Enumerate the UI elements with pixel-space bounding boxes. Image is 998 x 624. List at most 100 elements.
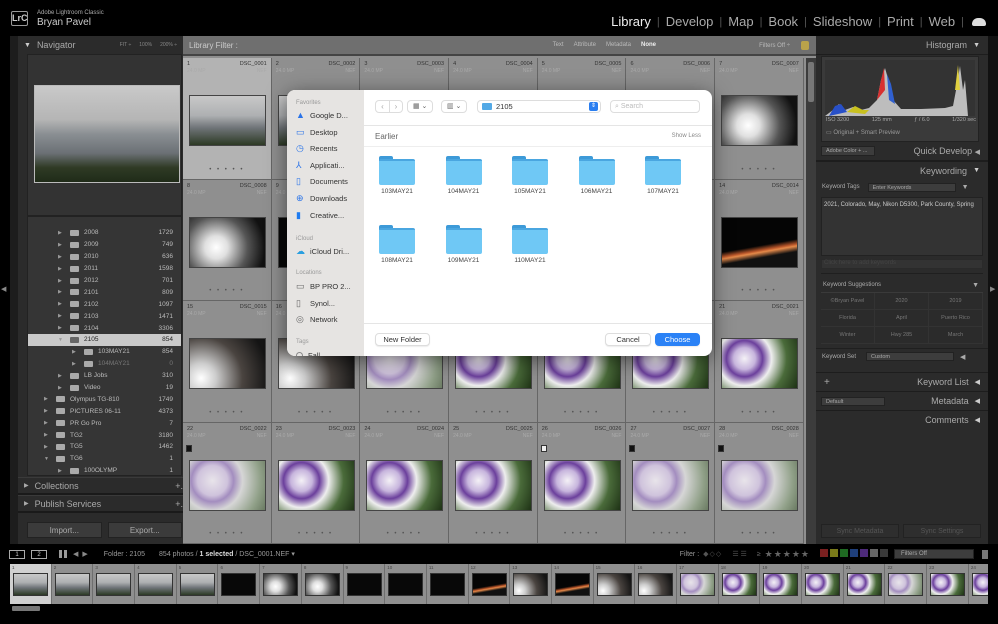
collapsed-triangle-icon[interactable]: ▶ [58, 278, 62, 284]
folder-row[interactable]: ▶ Video 19 [28, 382, 181, 394]
collections-panel-header[interactable]: ▶ Collections +. [18, 477, 191, 495]
group-by-button[interactable]: ▥ ⌄ [441, 100, 468, 113]
filmstrip-thumbnail[interactable] [763, 573, 799, 596]
color-label-swatch[interactable] [850, 549, 858, 557]
filmstrip-cell[interactable]: 20 [802, 564, 844, 604]
filmstrip-scrollbar-thumb[interactable] [12, 606, 40, 611]
filmstrip-cell[interactable]: 11 [427, 564, 469, 604]
filmstrip-thumbnail[interactable] [846, 573, 882, 596]
filmstrip-cell[interactable]: 19 [760, 564, 803, 604]
expand-triangle-icon[interactable]: ◀ [960, 353, 965, 361]
star-rating-dots[interactable]: • • • • • [449, 410, 537, 416]
filmstrip-thumbnail[interactable] [805, 573, 841, 596]
folder-item[interactable]: 107MAY21 [641, 152, 685, 195]
folder-item[interactable]: 103MAY21 [375, 152, 419, 195]
filmstrip-thumbnail[interactable] [680, 573, 715, 596]
collapsed-triangle-icon[interactable]: ▶ [58, 301, 62, 307]
sidebar-tag-item[interactable]: Fall [296, 351, 320, 356]
flag-filter-icon[interactable]: ◆◇◇ [703, 550, 722, 558]
folder-row[interactable]: ▶ 103MAY21 854 [28, 346, 181, 358]
color-label-swatch[interactable] [830, 549, 838, 557]
collapsed-triangle-icon[interactable]: ▶ [44, 444, 48, 450]
folder-row[interactable]: ▶ TG2 3180 [28, 429, 181, 441]
keyword-suggestion[interactable]: 2020 [875, 293, 929, 310]
filmstrip-cell[interactable]: 4 [135, 564, 177, 604]
filmstrip-thumbnail[interactable] [263, 573, 299, 596]
folder-row[interactable]: ▶ 100OLYMP 1 [28, 465, 181, 475]
filmstrip-thumbnail[interactable] [721, 573, 757, 596]
filmstrip-cell[interactable]: 8 [302, 564, 344, 604]
metadata-preset-select[interactable]: Default [821, 396, 885, 406]
photo-thumbnail[interactable] [721, 338, 799, 389]
filmstrip-cell[interactable]: 10 [385, 564, 427, 604]
saved-preset-select[interactable]: Adobe Color + ... [821, 145, 875, 156]
filmstrip-scrollbar[interactable] [10, 604, 988, 612]
back-button[interactable]: ‹ [376, 101, 389, 112]
star-rating-dots[interactable]: • • • • • [715, 167, 803, 173]
keyword-suggestion[interactable]: March [929, 327, 983, 344]
grid-cell[interactable]: 1 24.0 MP DSC_0001 NEF • • • • • [183, 58, 272, 180]
grid-cell[interactable]: 26 24.0 MP DSC_0026 NEF • • • • • [537, 422, 627, 544]
sync-metadata-button[interactable]: Sync Metadata [821, 524, 899, 538]
folder-row[interactable]: ▶ PR Go Pro 7 [28, 417, 181, 429]
star-rating-dots[interactable]: • • • • • [626, 531, 714, 537]
expanded-triangle-icon[interactable]: ▼ [44, 456, 49, 462]
add-keywords-input[interactable]: Click here to add keywords [821, 259, 983, 269]
filmstrip-thumbnail[interactable] [346, 573, 382, 596]
star-rating-dots[interactable]: • • • • • [272, 531, 360, 537]
keyword-suggestion[interactable]: April [875, 310, 929, 327]
photo-thumbnail[interactable] [721, 95, 799, 146]
star-rating-dots[interactable]: • • • • • [183, 167, 271, 173]
photo-thumbnail[interactable] [632, 459, 710, 511]
metadata-header[interactable]: Default Metadata ◀ [816, 391, 988, 410]
collapsed-triangle-icon[interactable]: ▶ [58, 468, 62, 474]
sidebar-item[interactable]: ◷ Recents [296, 144, 338, 154]
filmstrip-thumbnail[interactable] [930, 573, 966, 596]
sidebar-item[interactable]: ☁ iCloud Dri... [296, 247, 349, 257]
keyword-list-header[interactable]: + Keyword List ◀ [816, 372, 988, 391]
filmstrip-cell[interactable]: 21 [844, 564, 886, 604]
collapsed-triangle-icon[interactable]: ▶ [58, 313, 62, 319]
left-panel-toggle-icon[interactable]: ◀ [1, 285, 6, 293]
grid-cell[interactable]: 21 24.0 MP DSC_0021 NEF • • • • • [715, 301, 804, 423]
folder-row[interactable]: ▼ TG6 1 [28, 453, 181, 465]
filmstrip-thumbnail[interactable] [471, 573, 507, 596]
filmstrip-thumbnail[interactable] [554, 573, 590, 596]
filmstrip-cell[interactable]: 9 [344, 564, 386, 604]
folder-item[interactable]: 105MAY21 [508, 152, 552, 195]
filmstrip-thumbnail[interactable] [513, 573, 549, 596]
navigator-image[interactable] [34, 85, 180, 183]
pick-flag-icon[interactable] [718, 444, 725, 452]
keyword-entry-mode-select[interactable]: Enter Keywords [867, 182, 956, 192]
star-rating-dots[interactable]: • • • • • [183, 410, 271, 416]
filmstrip-thumbnail[interactable] [638, 573, 674, 596]
collapsed-triangle-icon[interactable]: ▶ [58, 325, 62, 331]
photo-thumbnail[interactable] [189, 459, 266, 511]
choose-button[interactable]: Choose [655, 333, 700, 346]
filmstrip-thumbnail[interactable] [304, 573, 340, 596]
publish-services-panel-header[interactable]: ▶ Publish Services +. [18, 495, 191, 513]
comments-header[interactable]: Comments ◀ [816, 410, 988, 429]
keywording-header[interactable]: Keywording ▼ [816, 160, 988, 179]
filmstrip-cell[interactable]: 17 [677, 564, 719, 604]
folder-row[interactable]: ▶ 2101 809 [28, 286, 181, 298]
cloud-sync-icon[interactable] [972, 17, 986, 26]
keyword-set-select[interactable]: Custom [866, 352, 955, 361]
color-label-filter[interactable] [820, 549, 890, 559]
color-label-swatch[interactable] [820, 549, 828, 557]
folder-row[interactable]: ▶ 2012 701 [28, 275, 181, 287]
grid-cell[interactable]: 23 24.0 MP DSC_0023 NEF • • • • • [271, 422, 361, 544]
grid-cell[interactable]: 14 24.0 MP DSC_0014 NEF • • • • • [715, 179, 804, 301]
source-folder[interactable]: Folder : 2105 [104, 551, 145, 558]
color-label-swatch[interactable] [840, 549, 848, 557]
zoom-fit[interactable]: FIT ÷ [120, 42, 132, 48]
filmstrip-thumbnail[interactable] [971, 573, 988, 596]
sidebar-item[interactable]: ▲ Google D... [296, 111, 348, 121]
back-forward-arrows-icon[interactable]: ◀▶ [73, 550, 92, 558]
zoom-100[interactable]: 100% [139, 42, 152, 48]
filmstrip-cell[interactable]: 1 [10, 564, 52, 604]
collapsed-triangle-icon[interactable]: ▶ [72, 349, 76, 355]
keyword-suggestion[interactable]: Winter [821, 327, 875, 344]
folder-item[interactable]: 108MAY21 [375, 221, 419, 264]
collapsed-triangle-icon[interactable]: ▶ [44, 396, 48, 402]
